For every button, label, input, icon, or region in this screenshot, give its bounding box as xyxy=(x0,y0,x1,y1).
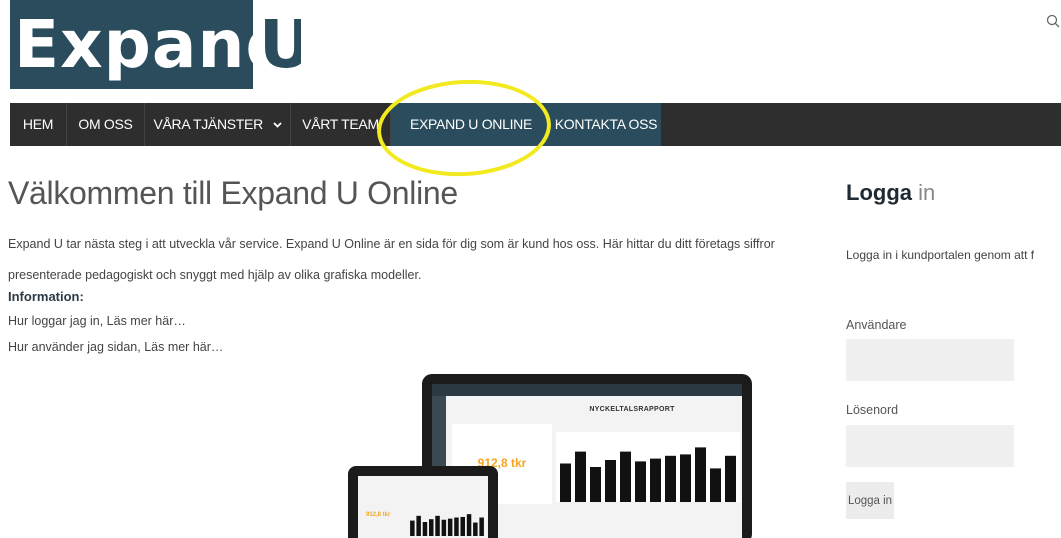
info-link-usage[interactable]: Hur använder jag sidan, Läs mer här… xyxy=(8,340,223,354)
main-navigation: HEM OM OSS VÅRA TJÄNSTER VÅRT TEAM EXPAN… xyxy=(10,103,1061,146)
information-heading: Information: xyxy=(8,289,84,304)
chart-bar xyxy=(590,467,601,502)
info-link-login[interactable]: Hur loggar jag in, Läs mer här… xyxy=(8,314,186,328)
chart-bar xyxy=(422,522,428,536)
tablet-kpi-value: 912,8 tkr xyxy=(366,512,391,518)
login-title-bold: Logga xyxy=(846,180,912,205)
tablet-mockup: 912,8 tkr xyxy=(348,466,498,538)
nav-item-kontakta-oss[interactable]: KONTAKTA OSS xyxy=(551,103,661,146)
nav-item-vart-team[interactable]: VÅRT TEAM xyxy=(291,103,391,146)
nav-item-vara-tjanster[interactable]: VÅRA TJÄNSTER xyxy=(145,103,291,146)
report-title: NYCKELTALSRAPPORT xyxy=(589,406,675,413)
chart-bar xyxy=(710,468,721,502)
login-description: Logga in i kundportalen genom att f xyxy=(846,248,1035,262)
chart-bar xyxy=(479,517,484,536)
logo-text-u: U xyxy=(253,0,301,89)
login-button[interactable]: Logga in xyxy=(846,482,894,519)
chart-bar xyxy=(429,519,434,536)
site-logo[interactable]: Expand U xyxy=(10,0,301,89)
nav-item-label: KONTAKTA OSS xyxy=(554,116,658,132)
chart-bar xyxy=(410,520,415,536)
chart-bar xyxy=(650,458,661,502)
chart-bar xyxy=(473,522,478,536)
login-title-light: in xyxy=(918,180,936,205)
chart-bar xyxy=(441,519,447,536)
nav-item-om-oss[interactable]: OM OSS xyxy=(67,103,145,146)
bar-chart xyxy=(556,432,740,502)
nav-item-expand-u-online[interactable]: EXPAND U ONLINE xyxy=(391,103,551,146)
chart-bar xyxy=(560,463,571,502)
login-title: Logga in xyxy=(846,180,935,206)
chart-bar xyxy=(416,515,421,536)
chevron-down-icon xyxy=(272,122,282,129)
nav-item-label: OM OSS xyxy=(78,116,133,132)
chart-bar xyxy=(447,518,453,536)
search-icon[interactable] xyxy=(1046,14,1060,28)
chart-bar xyxy=(620,451,631,502)
chart-bar xyxy=(454,517,459,536)
tablet-bar-chart xyxy=(410,514,484,536)
nav-item-label: EXPAND U ONLINE xyxy=(409,116,533,132)
chart-bar xyxy=(680,454,691,502)
nav-item-label: VÅRA TJÄNSTER xyxy=(153,116,263,132)
devices-illustration: NYCKELTALSRAPPORT 912,8 tkr 912,8 tkr xyxy=(348,372,758,538)
chart-bar xyxy=(635,461,646,502)
app-topbar xyxy=(432,384,742,396)
username-label: Användare xyxy=(846,318,907,332)
chart-bar xyxy=(460,516,465,536)
nav-item-label: HEM xyxy=(22,116,54,132)
chart-bar xyxy=(605,460,616,502)
chart-bar xyxy=(725,455,736,502)
page-title: Välkommen till Expand U Online xyxy=(8,175,458,211)
chart-bar xyxy=(665,455,676,502)
nav-item-hem[interactable]: HEM xyxy=(10,103,67,146)
chart-bar xyxy=(435,515,440,536)
chart-bar xyxy=(575,451,586,502)
username-input[interactable] xyxy=(846,339,1014,381)
password-input[interactable] xyxy=(846,425,1014,467)
nav-item-label: VÅRT TEAM xyxy=(302,116,379,132)
tablet-screen: 912,8 tkr xyxy=(358,476,488,538)
intro-text: Expand U tar nästa steg i att utveckla v… xyxy=(8,237,775,282)
chart-bar xyxy=(695,447,706,502)
password-label: Lösenord xyxy=(846,403,899,417)
chart-bar xyxy=(466,514,472,536)
logo-text-expand: Expand xyxy=(10,0,253,89)
